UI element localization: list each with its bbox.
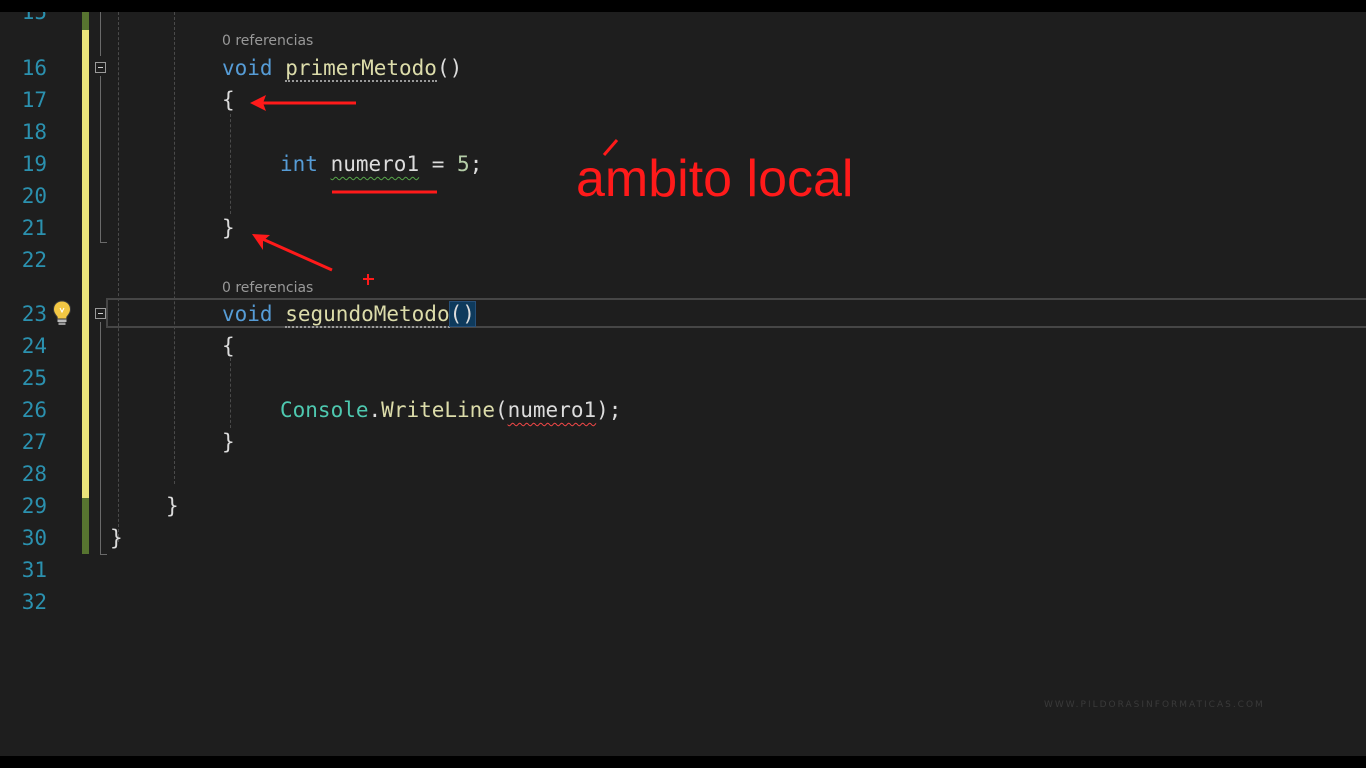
line-number: 17 — [21, 88, 47, 112]
code-text[interactable]: void primerMetodo() — [222, 52, 462, 84]
paren-close: ); — [596, 398, 622, 422]
line-number: 19 — [21, 152, 47, 176]
dot: . — [368, 398, 382, 422]
codelens-references[interactable]: 0 referencias — [222, 279, 313, 297]
number-literal: 5 — [457, 152, 470, 176]
close-brace[interactable]: } — [222, 426, 235, 458]
close-brace[interactable]: } — [222, 212, 235, 244]
code-line: 17 { — [0, 84, 1366, 116]
line-number: 26 — [21, 398, 47, 422]
line-number: 20 — [21, 184, 47, 208]
line-number: 18 — [21, 120, 47, 144]
code-line: 15 — [0, 12, 1366, 28]
line-number: 21 — [21, 216, 47, 240]
line-number: 32 — [21, 590, 47, 614]
line-number: 16 — [21, 56, 47, 80]
code-line: 32 — [0, 586, 1366, 618]
code-text[interactable]: int numero1 = 5; — [280, 148, 482, 180]
code-line: 28 — [0, 458, 1366, 490]
keyword-void: void — [222, 302, 273, 326]
code-line: 25 — [0, 362, 1366, 394]
keyword-void: void — [222, 56, 273, 80]
line-number: 31 — [21, 558, 47, 582]
semicolon: ; — [469, 152, 483, 176]
assign-operator: = — [419, 152, 458, 176]
method-name: primerMetodo — [285, 56, 437, 82]
line-number: 22 — [21, 248, 47, 272]
namespace-close-brace[interactable]: } — [110, 522, 123, 554]
argument-error: numero1 — [507, 398, 597, 422]
open-brace[interactable]: { — [222, 330, 235, 362]
code-line: 21 } — [0, 212, 1366, 244]
parens: () — [436, 56, 463, 80]
line-number: 27 — [21, 430, 47, 454]
code-text[interactable]: Console.WriteLine(numero1); — [280, 394, 621, 426]
code-line: 24 { — [0, 330, 1366, 362]
code-line: 18 — [0, 116, 1366, 148]
code-line: 31 — [0, 554, 1366, 586]
line-number: 29 — [21, 494, 47, 518]
code-editor[interactable]: 0 referencias 0 referencias 15 16 void p… — [0, 12, 1366, 756]
method-call: WriteLine — [381, 398, 495, 422]
line-number: 25 — [21, 366, 47, 390]
paren-open: ( — [494, 398, 508, 422]
annotation-text: ambito local — [576, 150, 854, 208]
code-line: 26 Console.WriteLine(numero1); — [0, 394, 1366, 426]
line-number: 15 — [21, 12, 47, 24]
keyword-int: int — [280, 152, 318, 176]
line-number: 28 — [21, 462, 47, 486]
code-line: 16 void primerMetodo() — [0, 52, 1366, 84]
open-brace[interactable]: { — [222, 84, 235, 116]
parens-highlighted: () — [448, 301, 476, 327]
line-number: 30 — [21, 526, 47, 550]
class-close-brace[interactable]: } — [166, 490, 179, 522]
line-number: 24 — [21, 334, 47, 358]
code-text[interactable]: void segundoMetodo() — [222, 298, 476, 330]
method-name: segundoMetodo — [285, 302, 450, 328]
variable-name: numero1 — [330, 152, 420, 176]
code-line: 30 } — [0, 522, 1366, 554]
watermark: WWW.PILDORASINFORMATICAS.COM — [1044, 700, 1265, 710]
codelens-references[interactable]: 0 referencias — [222, 32, 313, 50]
code-line: 23 void segundoMetodo() — [0, 298, 1366, 330]
code-line: 29 } — [0, 490, 1366, 522]
code-line: 22 — [0, 244, 1366, 276]
class-name: Console — [280, 398, 369, 422]
line-number: 23 — [21, 302, 47, 326]
code-line: 27 } — [0, 426, 1366, 458]
